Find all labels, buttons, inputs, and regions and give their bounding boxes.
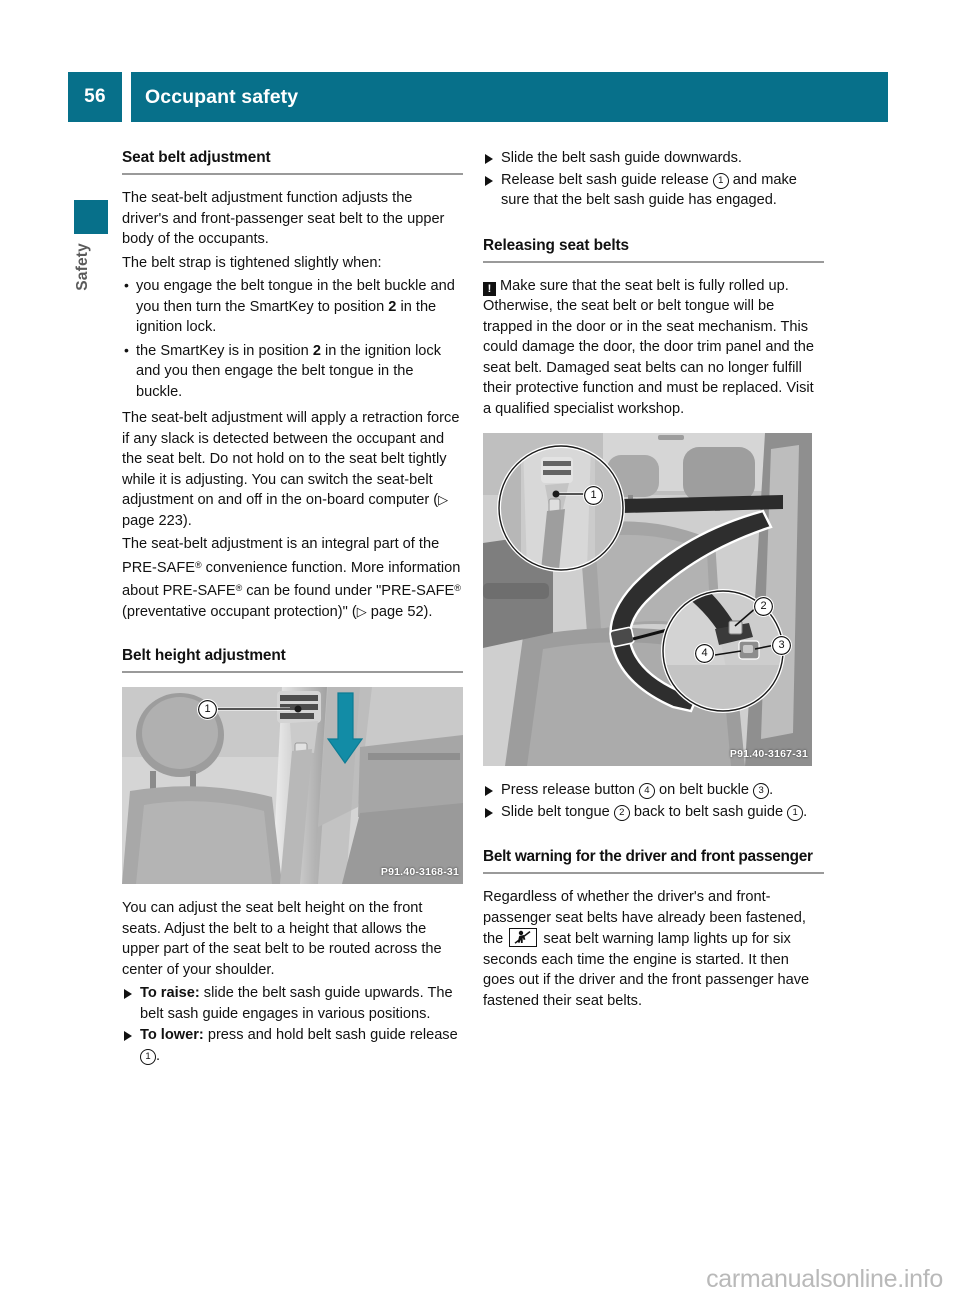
warning-note-seat-belt-rolled-up: ! Make sure that the seat belt is fully r…	[483, 276, 824, 420]
chapter-marker-square	[74, 200, 108, 234]
list-item: Slide the belt sash guide downwards.	[483, 148, 824, 169]
figure2-callout-2: 2	[753, 596, 774, 617]
list-raise-lower-steps: To raise: slide the belt sash guide upwa…	[122, 983, 463, 1066]
inline-callout-3: 3	[753, 783, 770, 799]
inline-callout-1: 1	[712, 172, 729, 189]
step-slide-down-text: Slide the belt sash guide downwards.	[501, 150, 742, 166]
page-header: 56 Occupant safety	[68, 72, 888, 122]
list-item: you engage the belt tongue in the belt b…	[122, 275, 463, 338]
list-slide-release-steps: Slide the belt sash guide downwards. Rel…	[483, 148, 824, 211]
figure2-callout-1: 1	[583, 485, 604, 506]
paragraph-adjustment-intro: The seat-belt adjustment function adjust…	[122, 190, 445, 247]
registered-mark: ®	[194, 559, 202, 570]
presafe-text-c: can be found under "PRE-SAFE	[242, 583, 455, 599]
step-slide-tongue-c: .	[803, 803, 808, 820]
paragraph-presafe: The seat-belt adjustment is an integral …	[122, 534, 463, 622]
figure2-caption: P91.40-3167-31	[729, 747, 808, 760]
figure2-callout-3: 3	[771, 635, 792, 656]
header-bar: Occupant safety	[131, 72, 888, 122]
paragraph-belt-strap-intro: The belt strap is tightened slightly whe…	[122, 254, 382, 271]
site-watermark: carmanualsonline.info	[706, 1265, 943, 1293]
step-press-release-a: Press release button	[501, 782, 639, 798]
paragraph-retraction-force: The seat-belt adjustment will apply a re…	[122, 408, 463, 531]
figure1-callout-1: 1	[197, 699, 218, 720]
paragraph-belt-warning: Regardless of whether the driver's and f…	[483, 887, 824, 1011]
paragraph-retraction-ref: page 223).	[122, 512, 192, 529]
list-item: To raise: slide the belt sash guide upwa…	[122, 983, 463, 1024]
registered-mark: ®	[454, 583, 461, 593]
inline-callout-1: 1	[140, 1048, 156, 1065]
list-item: To lower: press and hold belt sash guide…	[122, 1025, 463, 1066]
inline-callout-1: 1	[787, 804, 804, 821]
paragraph-height-adjust-info: You can adjust the seat belt height on t…	[122, 900, 442, 978]
list-item: the SmartKey is in position 2 in the ign…	[122, 340, 463, 403]
list-item: Slide belt tongue 2 back to belt sash gu…	[483, 802, 824, 823]
step-to-lower-label: To lower:	[140, 1027, 204, 1043]
step-to-lower-text-b: .	[156, 1047, 161, 1064]
warning-icon: !	[483, 281, 496, 296]
list-tighten-conditions: you engage the belt tongue in the belt b…	[122, 275, 463, 403]
chapter-label: Safety	[74, 243, 91, 291]
page-reference-icon: ▷	[356, 603, 367, 619]
page-title: Occupant safety	[145, 85, 299, 108]
step-slide-tongue-b: back to belt sash guide	[629, 803, 788, 820]
figure1-caption: P91.40-3168-31	[380, 865, 459, 878]
step-to-raise-label: To raise:	[140, 985, 200, 1001]
figure-illustration	[122, 687, 463, 884]
inline-callout-2: 2	[613, 804, 630, 821]
step-slide-tongue-a: Slide belt tongue	[501, 803, 614, 820]
right-column: Slide the belt sash guide downwards. Rel…	[483, 148, 824, 1011]
step-release-text-a: Release belt sash guide release	[501, 171, 713, 188]
figure-belt-height-adjustment: 1 P91.40-3168-31	[122, 687, 463, 884]
step-press-release-b: on belt buckle	[654, 782, 754, 798]
warning-text: Make sure that the seat belt is fully ro…	[483, 277, 815, 417]
seat-belt-warning-lamp-icon	[509, 928, 538, 947]
bullet2-text-a: the SmartKey is in position	[136, 342, 313, 359]
list-item: Press release button 4 on belt buckle 3.	[483, 780, 824, 801]
page-number: 56	[68, 72, 122, 122]
step-to-lower-text-a: press and hold belt sash guide release	[203, 1027, 458, 1043]
paragraph-retraction-text: The seat-belt adjustment will apply a re…	[122, 410, 460, 508]
figure-releasing-seat-belts: 1 2 3 4 P91.40-3167-31	[483, 433, 812, 766]
left-column: Seat belt adjustment The seat-belt adjus…	[122, 148, 463, 1067]
figure2-callout-4: 4	[694, 643, 715, 664]
chapter-side-tab: Safety	[74, 200, 108, 291]
presafe-ref: page 52).	[366, 603, 433, 620]
heading-releasing-seat-belts: Releasing seat belts	[483, 236, 824, 263]
heading-belt-height-adjustment: Belt height adjustment	[122, 646, 463, 673]
presafe-text-d: (preventative occupant protection)" (	[122, 603, 357, 620]
bullet2-position: 2	[312, 342, 321, 359]
inline-callout-4: 4	[638, 783, 655, 799]
list-item: Release belt sash guide release 1 and ma…	[483, 170, 824, 211]
page-reference-icon: ▷	[438, 492, 449, 507]
heading-belt-warning: Belt warning for the driver and front pa…	[483, 847, 824, 874]
step-press-release-c: .	[769, 782, 774, 798]
heading-seat-belt-adjustment: Seat belt adjustment	[122, 148, 463, 175]
list-release-steps: Press release button 4 on belt buckle 3.…	[483, 780, 824, 822]
